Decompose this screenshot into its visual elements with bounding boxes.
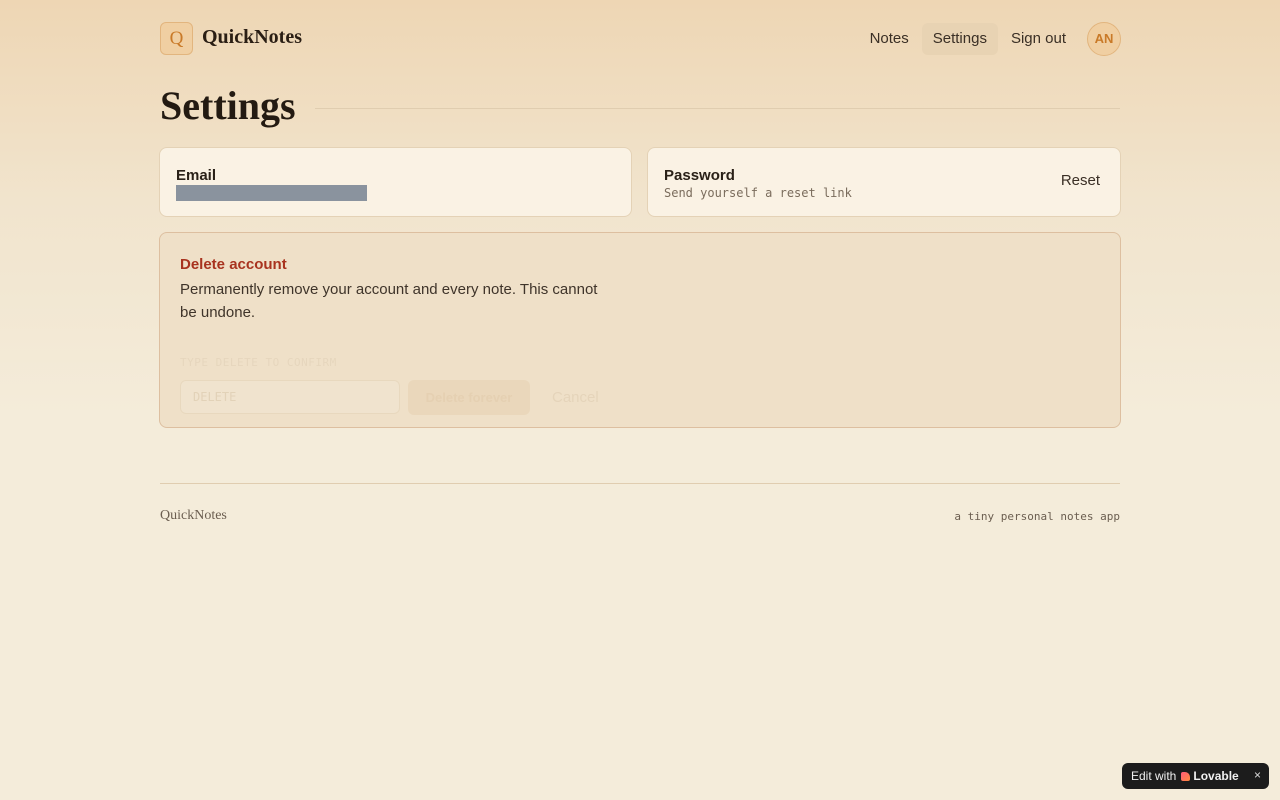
main-nav: Notes Settings Sign out AN [857,21,1121,56]
title-divider [315,108,1120,109]
delete-forever-button[interactable]: Delete forever [408,380,530,415]
email-label: Email [176,167,217,184]
confirm-input[interactable]: DELETE [180,380,400,414]
nav-notes[interactable]: Notes [859,23,920,55]
avatar[interactable]: AN [1087,21,1121,56]
edit-with-lovable-badge[interactable]: Edit with Lovable × [1122,763,1269,789]
email-card: Email [159,147,632,217]
app-header: Q QuickNotes Notes Settings Sign out AN [160,21,1121,56]
lovable-logo-icon [1181,771,1191,781]
badge-brand: Lovable [1193,769,1239,783]
app-name[interactable]: QuickNotes [202,26,302,49]
close-icon[interactable]: × [1254,768,1261,782]
nav-settings[interactable]: Settings [921,22,998,55]
footer-divider [160,483,1120,484]
password-hint: Send yourself a reset link [664,186,852,200]
delete-account-description: Permanently remove your account and ever… [180,281,598,321]
nav-sign-out[interactable]: Sign out [1000,23,1077,55]
badge-prefix: Edit with [1131,769,1177,783]
confirm-label: TYPE DELETE TO CONFIRM [180,356,337,369]
footer-tagline: a tiny personal notes app [954,510,1120,523]
password-card: Password Send yourself a reset link Rese… [647,147,1121,217]
email-value-redacted [176,185,367,201]
password-label: Password [664,167,735,184]
footer-brand: QuickNotes [160,508,227,523]
logo-icon[interactable]: Q [160,22,193,55]
cancel-button[interactable]: Cancel [552,389,599,406]
page-title: Settings [160,83,296,128]
delete-account-panel: Delete account Permanently remove your a… [159,232,1121,428]
delete-account-title: Delete account [180,256,287,273]
reset-password-button[interactable]: Reset [1061,172,1100,189]
